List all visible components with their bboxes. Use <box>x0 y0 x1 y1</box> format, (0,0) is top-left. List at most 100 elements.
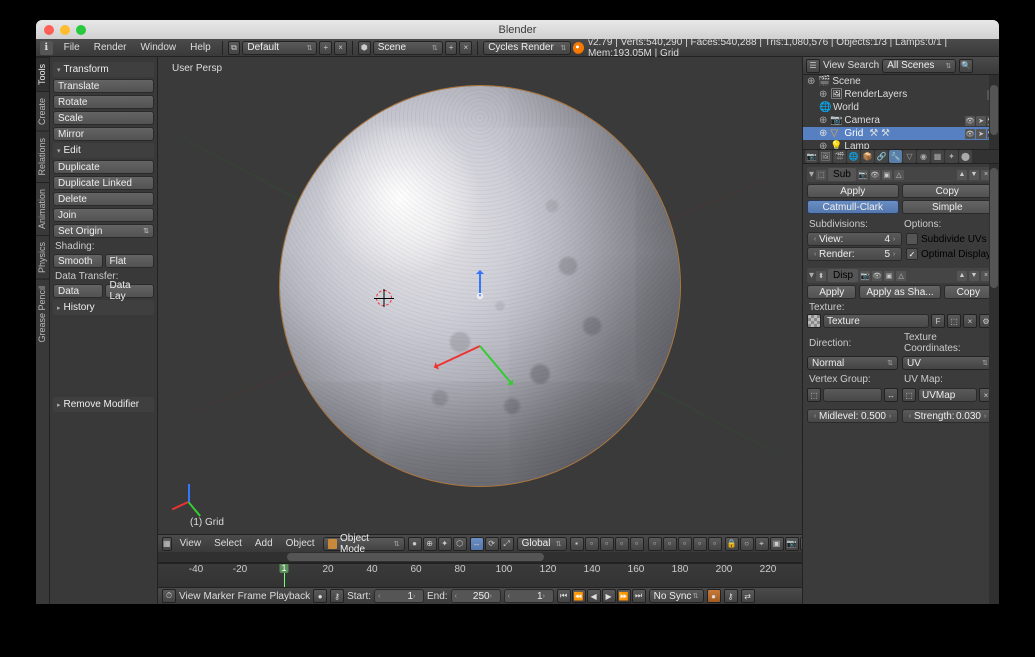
outliner-row-grid[interactable]: ⊕▽Grid⚒ ⚒👁➤📷 <box>803 127 999 140</box>
set-origin-dropdown[interactable]: Set Origin⇅ <box>53 224 154 238</box>
tab-physics[interactable]: Physics <box>36 235 49 279</box>
menu-render[interactable]: Render <box>88 42 133 53</box>
delete-layout-button[interactable]: × <box>334 41 347 55</box>
end-frame-field[interactable]: ‹250› <box>451 589 501 603</box>
ptab-physics[interactable]: ⬤ <box>959 150 972 163</box>
tab-greasepencil[interactable]: Grease Pencil <box>36 279 49 349</box>
opengl-render-icon[interactable]: 📷 <box>785 537 799 551</box>
texture-users-icon[interactable]: ⬚ <box>947 314 961 328</box>
disp-applyshape-button[interactable]: Apply as Sha... <box>859 285 940 299</box>
ptab-texture[interactable]: ▦ <box>931 150 944 163</box>
rotate-gizmo-icon[interactable]: ⟳ <box>485 537 499 551</box>
translate-gizmo-icon[interactable]: ↔ <box>470 537 484 551</box>
mirror-button[interactable]: Mirror <box>53 127 154 141</box>
viewport-h-scrollbar[interactable] <box>158 552 802 562</box>
scale-button[interactable]: Scale <box>53 111 154 125</box>
menu-window[interactable]: Window <box>135 42 183 53</box>
sub-view-field[interactable]: ‹View:4› <box>807 232 902 246</box>
sub-display-toggle[interactable]: 👁 <box>870 170 880 180</box>
outliner-row-camera[interactable]: ⊕📷Camera👁➤📷 <box>803 114 999 127</box>
tl-menu-playback[interactable]: Playback <box>270 591 311 602</box>
strength-field[interactable]: ‹Strength:0.030› <box>902 409 993 423</box>
data-button[interactable]: Data <box>53 284 103 298</box>
outliner-row-lamp[interactable]: ⊕💡Lamp <box>803 140 999 149</box>
texcoord-dropdown[interactable]: UV⇅ <box>902 356 993 370</box>
disp-moveup[interactable]: ▲ <box>957 271 967 281</box>
vgroup-invert-icon[interactable]: ↔ <box>884 388 898 402</box>
panel-transform[interactable]: Transform <box>53 62 154 77</box>
screen-layout-dropdown[interactable]: Default⇅ <box>242 41 317 55</box>
data-layout-button[interactable]: Data Lay <box>105 284 155 298</box>
keying-set-icon[interactable]: ⚷ <box>724 589 738 603</box>
direction-dropdown[interactable]: Normal⇅ <box>807 356 898 370</box>
vgroup-browse-icon[interactable]: ⬚ <box>807 388 821 402</box>
shade-flat-button[interactable]: Flat <box>105 254 155 268</box>
render-engine-dropdown[interactable]: Cycles Render⇅ <box>483 41 571 55</box>
panel-remove-modifier[interactable]: Remove Modifier <box>53 397 154 412</box>
snap-magnet-icon[interactable]: ⌖ <box>755 537 769 551</box>
play-icon[interactable]: ▶ <box>602 589 616 603</box>
gizmo-center[interactable] <box>477 293 483 299</box>
sub-cage-toggle[interactable]: △ <box>894 170 904 180</box>
autokey-icon[interactable]: ● <box>313 589 327 603</box>
delete-button[interactable]: Delete <box>53 192 154 206</box>
join-button[interactable]: Join <box>53 208 154 222</box>
optimal-display-checkbox[interactable]: ✓ <box>906 248 918 260</box>
start-frame-field[interactable]: ‹1› <box>374 589 424 603</box>
outliner-scrollbar[interactable] <box>989 75 999 149</box>
disp-render-toggle[interactable]: 📷 <box>860 271 870 281</box>
keyframe-prev-icon[interactable]: ⏪ <box>572 589 586 603</box>
ptab-scene[interactable]: 🎬 <box>833 150 846 163</box>
outliner-row-renderlayers[interactable]: ⊕🖼RenderLayers▢ <box>803 88 999 101</box>
orientation-dropdown[interactable]: Global⇅ <box>517 537 567 551</box>
gizmo-z-arrow[interactable] <box>479 271 481 296</box>
keyframe-next-icon[interactable]: ⏩ <box>617 589 631 603</box>
sub-copy-button[interactable]: Copy <box>902 184 994 198</box>
vp-menu-select[interactable]: Select <box>209 538 247 549</box>
translate-button[interactable]: Translate <box>53 79 154 93</box>
rotate-button[interactable]: Rotate <box>53 95 154 109</box>
layer-buttons[interactable]: ▪▫▫▫▫ ▫▫▫▫▫ <box>570 537 722 551</box>
shade-smooth-button[interactable]: Smooth <box>53 254 103 268</box>
panel-history[interactable]: History <box>53 300 154 315</box>
proportional-icon[interactable]: ○ <box>740 537 754 551</box>
scale-gizmo-icon[interactable]: ⤢ <box>500 537 514 551</box>
properties-scrollbar[interactable] <box>989 164 999 604</box>
texture-swatch-icon[interactable] <box>807 314 821 328</box>
modifier-sub-name[interactable]: Sub <box>828 168 856 181</box>
mode-dropdown[interactable]: Object Mode⇅ <box>323 537 405 551</box>
outliner-search-icon[interactable]: 🔍 <box>959 59 973 73</box>
texture-name-field[interactable]: Texture <box>823 314 929 328</box>
outliner-row-scene[interactable]: ⊕🎬Scene <box>803 75 999 88</box>
follow-icon[interactable]: ⇄ <box>741 589 755 603</box>
ptab-world[interactable]: 🌐 <box>847 150 860 163</box>
sub-apply-button[interactable]: Apply <box>807 184 899 198</box>
ptab-particles[interactable]: ✦ <box>945 150 958 163</box>
disp-edit-toggle[interactable]: ▣ <box>884 271 894 281</box>
texture-f-button[interactable]: F <box>931 314 945 328</box>
outliner-menu-search[interactable]: Search <box>848 60 880 71</box>
back-button[interactable]: ⧉ <box>228 41 241 55</box>
vgroup-field[interactable] <box>823 388 882 402</box>
outliner-filter-dropdown[interactable]: All Scenes⇅ <box>882 59 956 73</box>
editor-type-outliner-icon[interactable]: ☰ <box>806 59 820 73</box>
outliner-row-world[interactable]: 🌐World <box>803 101 999 114</box>
duplicate-button[interactable]: Duplicate <box>53 160 154 174</box>
sub-render-toggle[interactable]: 📷 <box>858 170 868 180</box>
sub-render-field[interactable]: ‹Render:5› <box>807 247 902 261</box>
pivot-icon[interactable]: ⊕ <box>423 537 437 551</box>
delete-scene-button[interactable]: × <box>459 41 472 55</box>
midlevel-field[interactable]: ‹Midlevel:0.500› <box>807 409 898 423</box>
disp-display-toggle[interactable]: 👁 <box>872 271 882 281</box>
ptab-material[interactable]: ◉ <box>917 150 930 163</box>
ptab-object[interactable]: 📦 <box>861 150 874 163</box>
menu-file[interactable]: File <box>58 42 86 53</box>
disp-copy-button[interactable]: Copy <box>944 285 993 299</box>
modifier-disp-name[interactable]: Disp <box>828 269 858 282</box>
modifier-disp-header[interactable]: ▾ ⬍ Disp 📷 👁 ▣ △ ▲ ▼ × <box>807 268 993 283</box>
tl-menu-frame[interactable]: Frame <box>238 591 267 602</box>
vp-menu-object[interactable]: Object <box>281 538 320 549</box>
texture-unlink-icon[interactable]: × <box>963 314 977 328</box>
uvmap-field[interactable]: UVMap <box>918 388 977 402</box>
keyset-icon[interactable]: ⚷ <box>330 589 344 603</box>
